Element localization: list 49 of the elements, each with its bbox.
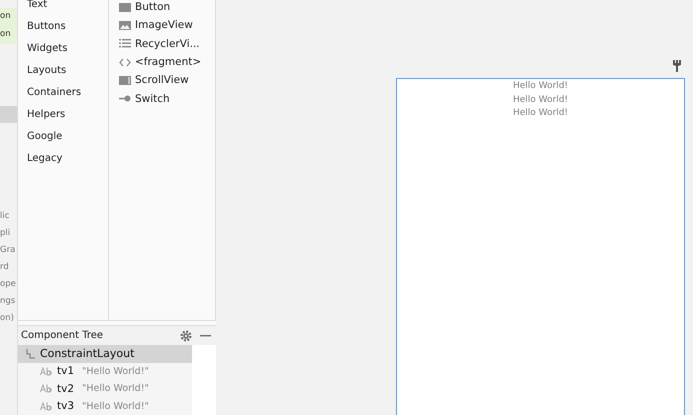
text-view-icon xyxy=(40,402,53,411)
list-row[interactable]: Gra xyxy=(0,242,17,259)
list-row[interactable]: ope xyxy=(0,276,17,293)
list-row[interactable]: ngs xyxy=(0,293,17,310)
category-item[interactable]: Layouts xyxy=(18,60,108,82)
palette-item[interactable]: Switch xyxy=(135,92,170,105)
component-text: "Hello World!" xyxy=(82,400,149,412)
minimize-icon[interactable] xyxy=(200,334,211,336)
category-item[interactable]: Text xyxy=(18,0,108,16)
text-view: Hello World! xyxy=(512,94,568,106)
category-item[interactable]: Widgets xyxy=(18,38,108,60)
category-item[interactable]: Legacy xyxy=(18,148,108,170)
panel-title: Component Tree xyxy=(21,330,104,341)
text-view: Hello World! xyxy=(512,80,568,93)
scroll-icon xyxy=(118,74,132,87)
wrench-icon[interactable] xyxy=(673,60,681,72)
tree-item[interactable]: tv1 "Hello World!" xyxy=(18,362,192,380)
category-item[interactable]: Google xyxy=(18,126,108,148)
component-name: tv3 xyxy=(57,400,74,412)
list-row[interactable]: pli xyxy=(0,225,17,242)
list-row[interactable]: on xyxy=(0,26,17,44)
list-icon xyxy=(118,37,132,50)
list-row[interactable]: rd xyxy=(0,259,17,276)
list-row[interactable]: on xyxy=(0,8,17,26)
tree-item[interactable]: tv3 "Hello World!" xyxy=(18,398,192,415)
palette-item[interactable]: ImageView xyxy=(135,19,193,32)
category-item[interactable]: Containers xyxy=(18,82,108,104)
settings-icon[interactable] xyxy=(180,330,192,342)
component-text: "Hello World!" xyxy=(82,366,149,377)
palette-item[interactable]: Button xyxy=(135,1,170,14)
list-row[interactable]: on) xyxy=(0,310,17,327)
palette-item[interactable]: ScrollView xyxy=(135,74,189,86)
text-view-icon xyxy=(40,366,53,376)
list-row[interactable]: lic xyxy=(0,208,17,225)
text-view: Hello World! xyxy=(512,107,568,120)
component-text: "Hello World!" xyxy=(82,383,149,394)
component-name: tv1 xyxy=(57,365,74,378)
component-name: ConstraintLayout xyxy=(40,347,134,360)
layout-icon xyxy=(25,348,36,360)
category-item[interactable]: Helpers xyxy=(18,104,108,126)
category-item[interactable]: Buttons xyxy=(18,16,108,38)
block-icon xyxy=(118,0,132,14)
text-view-icon xyxy=(40,384,53,394)
image-icon xyxy=(118,18,132,32)
tree-item[interactable]: ConstraintLayout xyxy=(18,345,192,362)
tree-item[interactable]: tv2 "Hello World!" xyxy=(18,380,192,398)
palette-item[interactable]: RecyclerVi... xyxy=(135,38,200,50)
component-name: tv2 xyxy=(57,382,74,395)
palette-item[interactable]: <fragment> xyxy=(135,56,202,68)
